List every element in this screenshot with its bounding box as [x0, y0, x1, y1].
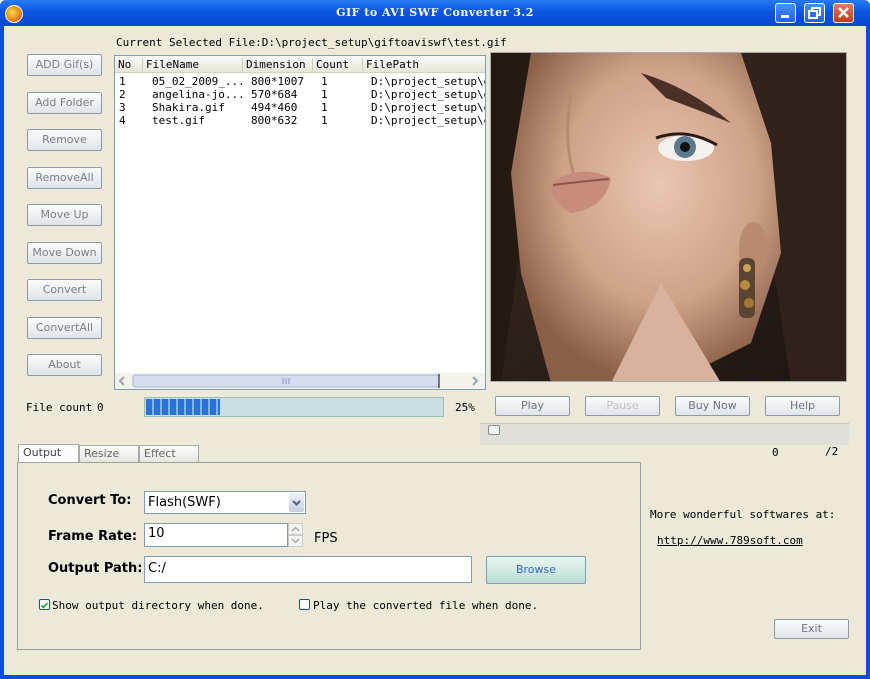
title-bar[interactable]: GIF to AVI SWF Converter 3.2	[0, 0, 870, 26]
spinner-arrows-icon	[288, 523, 303, 547]
promo-link[interactable]: http://www.789soft.com	[657, 534, 803, 547]
chevron-down-icon	[292, 500, 301, 506]
move-down-button[interactable]: Move Down	[27, 242, 102, 264]
convert-to-select[interactable]: Flash(SWF)	[144, 491, 306, 514]
play-converted-checkbox[interactable]	[299, 599, 310, 610]
row-dimension: 800*1007	[251, 75, 304, 88]
about-button[interactable]: About	[27, 354, 102, 376]
convert-to-value: Flash(SWF)	[148, 495, 221, 510]
row-filename: 05_02_2009_...	[152, 75, 245, 88]
browse-button[interactable]: Browse	[486, 556, 586, 584]
column-filepath[interactable]: FilePath	[366, 58, 484, 71]
frame-rate-spinner[interactable]	[288, 523, 303, 547]
progress-fill	[146, 399, 220, 415]
app-window: GIF to AVI SWF Converter 3.2 Current Sel…	[0, 0, 870, 679]
tab-effect[interactable]: Effect	[139, 445, 199, 462]
row-no: 1	[119, 75, 126, 88]
output-panel: Convert To: Flash(SWF) Frame Rate: 10 FP…	[17, 462, 641, 650]
current-selected-file: Current Selected File:D:\project_setup\g…	[116, 36, 507, 49]
seek-thumb[interactable]	[488, 425, 500, 435]
help-button[interactable]: Help	[765, 396, 840, 416]
promo-text: More wonderful softwares at:	[650, 508, 836, 521]
close-icon	[838, 7, 849, 18]
row-filepath: D:\project_setup\gi	[371, 88, 485, 101]
progress-percent: 25%	[455, 401, 475, 414]
table-row[interactable]: 3 Shakira.gif 494*460 1 D:\project_setup…	[115, 101, 485, 114]
add-folder-button[interactable]: Add Folder	[27, 92, 102, 114]
convert-button[interactable]: Convert	[27, 279, 102, 301]
row-filename: angelina-jo...	[152, 88, 245, 101]
column-dimension[interactable]: Dimension	[246, 58, 313, 71]
file-list[interactable]: No FileName Dimension Count FilePath 1 0…	[114, 55, 486, 390]
column-count[interactable]: Count	[316, 58, 363, 71]
frame-rate-input[interactable]: 10	[144, 523, 288, 547]
pause-button[interactable]: Pause	[585, 396, 660, 416]
row-no: 4	[119, 114, 126, 127]
frame-current: 0	[772, 446, 779, 459]
window-title: GIF to AVI SWF Converter 3.2	[336, 6, 534, 19]
row-dimension: 570*684	[251, 88, 298, 101]
buy-now-button[interactable]: Buy Now	[675, 396, 750, 416]
row-filename: Shakira.gif	[152, 101, 225, 114]
row-count: 1	[321, 75, 328, 88]
main-client-area: Current Selected File:D:\project_setup\g…	[4, 26, 866, 675]
restore-button[interactable]	[804, 3, 825, 23]
row-filepath: D:\project_setup\gi	[371, 101, 485, 114]
column-no[interactable]: No	[118, 58, 143, 71]
row-no: 3	[119, 101, 126, 114]
tab-resize[interactable]: Resize	[79, 445, 139, 462]
checkmark-icon	[40, 602, 49, 609]
add-gifs-button[interactable]: ADD Gif(s)	[27, 54, 102, 76]
seek-slider[interactable]	[480, 423, 849, 445]
minimize-icon	[781, 15, 789, 18]
play-converted-label: Play the converted file when done.	[313, 599, 539, 612]
tab-output[interactable]: Output	[18, 444, 79, 463]
show-output-dir-label: Show output directory when done.	[52, 599, 264, 612]
row-no: 2	[119, 88, 126, 101]
remove-button[interactable]: Remove	[27, 129, 102, 151]
scrollbar-graphic	[118, 374, 479, 388]
row-dimension: 494*460	[251, 101, 298, 114]
fps-label: FPS	[314, 531, 338, 546]
preview-image	[490, 52, 847, 382]
table-row[interactable]: 2 angelina-jo... 570*684 1 D:\project_se…	[115, 88, 485, 101]
minimize-button[interactable]	[775, 3, 796, 23]
row-count: 1	[321, 114, 328, 127]
remove-all-button[interactable]: RemoveAll	[27, 167, 102, 189]
move-up-button[interactable]: Move Up	[27, 204, 102, 226]
frame-total: /2	[825, 445, 839, 458]
close-button[interactable]	[833, 3, 854, 23]
output-path-input[interactable]: C:/	[144, 556, 472, 583]
row-count: 1	[321, 88, 328, 101]
table-row[interactable]: 4 test.gif 800*632 1 D:\project_setup\gi	[115, 114, 485, 127]
file-count-label: File count	[26, 401, 93, 414]
play-button[interactable]: Play	[495, 396, 570, 416]
dropdown-arrow-button[interactable]	[289, 493, 304, 512]
column-filename[interactable]: FileName	[146, 58, 243, 71]
file-list-header: No FileName Dimension Count FilePath	[115, 56, 485, 73]
output-path-label: Output Path:	[48, 561, 143, 576]
row-count: 1	[321, 101, 328, 114]
horizontal-scrollbar[interactable]	[115, 373, 485, 389]
row-dimension: 800*632	[251, 114, 298, 127]
row-filepath: D:\project_setup\gi	[371, 114, 485, 127]
convert-all-button[interactable]: ConvertAll	[27, 317, 102, 339]
row-filepath: D:\project_setup\gi	[371, 75, 485, 88]
row-filename: test.gif	[152, 114, 205, 127]
portrait-photo	[491, 53, 846, 381]
table-row[interactable]: 1 05_02_2009_... 800*1007 1 D:\project_s…	[115, 75, 485, 88]
restore-icon	[808, 7, 821, 19]
show-output-dir-checkbox[interactable]	[39, 599, 50, 610]
frame-rate-label: Frame Rate:	[48, 529, 138, 544]
file-count-value: 0	[97, 401, 104, 414]
exit-button[interactable]: Exit	[774, 619, 849, 639]
progress-bar	[144, 397, 444, 417]
convert-to-label: Convert To:	[48, 493, 132, 508]
